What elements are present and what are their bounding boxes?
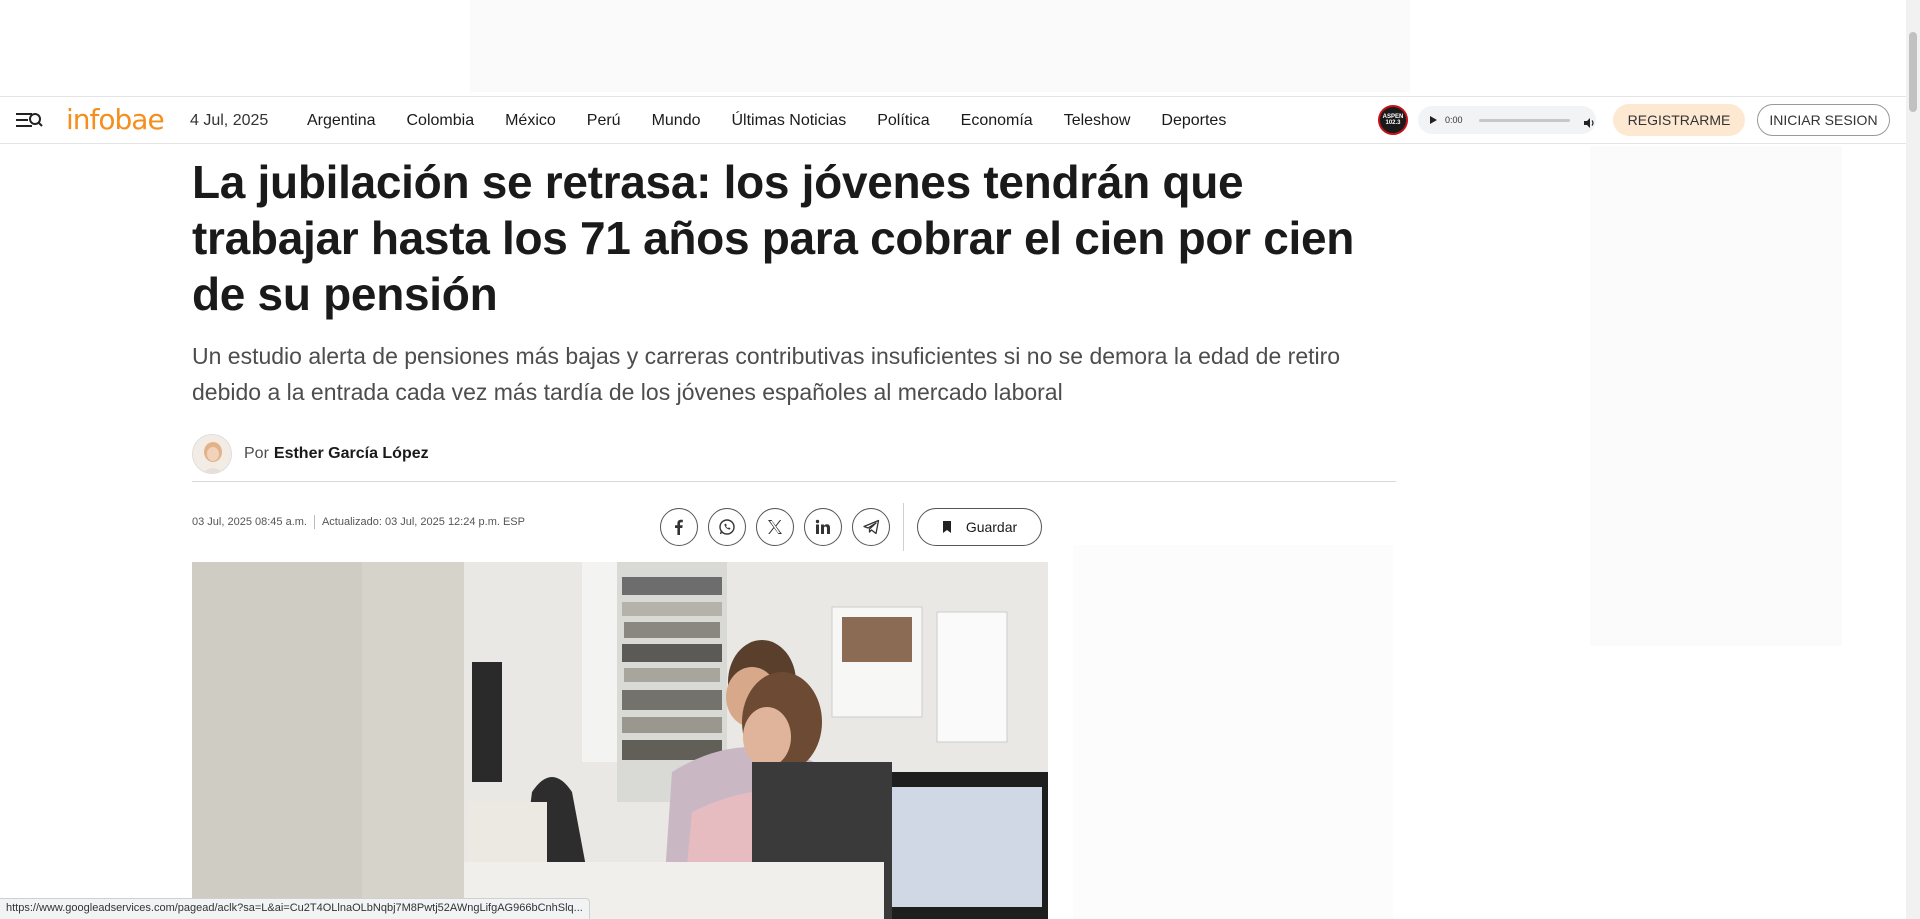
- updated-date: Actualizado: 03 Jul, 2025 12:24 p.m. ESP: [321, 516, 525, 528]
- page-scrollbar[interactable]: [1906, 0, 1920, 919]
- volume-icon[interactable]: [1584, 115, 1596, 128]
- linkedin-share-button[interactable]: [804, 508, 842, 546]
- whatsapp-icon: [719, 519, 735, 535]
- author-avatar[interactable]: [192, 434, 232, 474]
- login-button[interactable]: INICIAR SESION: [1757, 104, 1890, 136]
- facebook-icon: [675, 519, 683, 535]
- nav-item-deportes[interactable]: Deportes: [1161, 112, 1226, 130]
- scrollbar-thumb[interactable]: [1909, 32, 1917, 112]
- x-share-button[interactable]: [756, 508, 794, 546]
- article-main-image[interactable]: [192, 562, 1048, 919]
- published-date: 03 Jul, 2025 08:45 a.m.: [192, 516, 307, 528]
- menu-search-icon[interactable]: [14, 109, 46, 133]
- share-toolbar: Guardar: [660, 503, 1042, 551]
- facebook-share-button[interactable]: [660, 508, 698, 546]
- date-separator: [313, 515, 315, 529]
- byline-divider: [192, 481, 1396, 482]
- nav-item-economia[interactable]: Economía: [961, 112, 1033, 130]
- byline-prefix: Por: [244, 445, 269, 462]
- nav-item-colombia[interactable]: Colombia: [407, 112, 475, 130]
- article-headline: La jubilación se retrasa: los jóvenes te…: [192, 156, 1355, 320]
- player-time: 0:00: [1445, 115, 1463, 125]
- linkedin-icon: [815, 519, 830, 534]
- x-icon: [768, 520, 782, 534]
- site-header: infobae 4 Jul, 2025 Argentina Colombia M…: [0, 96, 1906, 144]
- player-progress-slider[interactable]: [1478, 118, 1570, 122]
- browser-status-bar: https://www.googleadservices.com/pagead/…: [0, 898, 590, 919]
- register-button[interactable]: REGISTRARME: [1613, 104, 1745, 136]
- inline-ad[interactable]: [1073, 545, 1393, 919]
- nav-item-argentina[interactable]: Argentina: [307, 112, 376, 130]
- play-icon[interactable]: [1430, 116, 1437, 124]
- whatsapp-share-button[interactable]: [708, 508, 746, 546]
- nav-item-mexico[interactable]: México: [505, 112, 556, 130]
- top-ad-area: [0, 0, 1920, 96]
- save-article-button[interactable]: Guardar: [917, 508, 1042, 546]
- audio-player: 0:00: [1418, 106, 1596, 134]
- main-nav: Argentina Colombia México Perú Mundo Últ…: [307, 97, 1257, 145]
- telegram-icon: [862, 519, 879, 535]
- nav-item-teleshow[interactable]: Teleshow: [1064, 112, 1131, 130]
- telegram-share-button[interactable]: [852, 508, 890, 546]
- article-dates: 03 Jul, 2025 08:45 a.m. Actualizado: 03 …: [192, 515, 525, 529]
- nav-item-ultimas-noticias[interactable]: Últimas Noticias: [732, 112, 847, 130]
- author-name[interactable]: Esther García López: [274, 445, 429, 463]
- header-date: 4 Jul, 2025: [190, 112, 269, 129]
- sidebar-ad[interactable]: [1590, 146, 1842, 646]
- infobae-logo[interactable]: infobae: [66, 103, 165, 136]
- ad-banner[interactable]: [470, 0, 1410, 92]
- author-byline: Por Esther García López: [192, 434, 429, 474]
- nav-item-politica[interactable]: Política: [877, 112, 929, 130]
- bookmark-icon: [942, 521, 951, 533]
- share-separator: [903, 503, 904, 551]
- nav-item-peru[interactable]: Perú: [587, 112, 621, 130]
- save-label: Guardar: [965, 519, 1018, 535]
- article-subheadline: Un estudio alerta de pensiones más bajas…: [192, 343, 1341, 405]
- radio-station-logo[interactable]: ASPEN 102.3: [1378, 105, 1408, 135]
- nav-item-mundo[interactable]: Mundo: [652, 112, 701, 130]
